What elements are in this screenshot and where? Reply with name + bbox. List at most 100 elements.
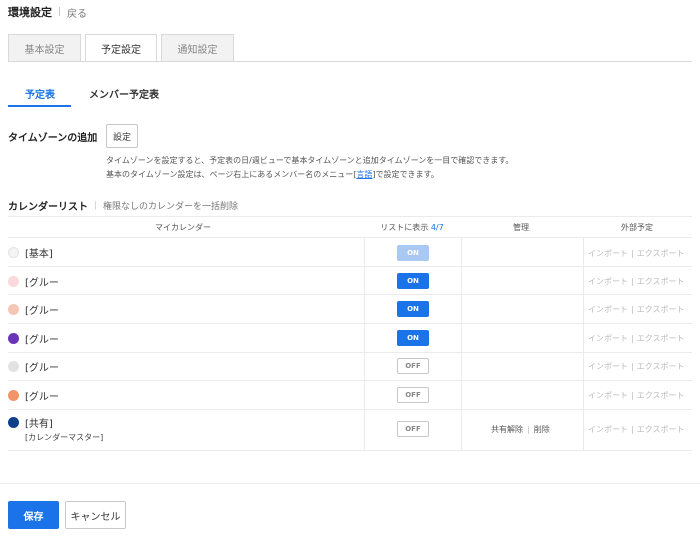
external-links: インポート | エクスポート [588, 276, 684, 287]
external-links: インポート | エクスポート [588, 361, 684, 372]
external-links: インポート | エクスポート [588, 424, 684, 435]
page-title: 環境設定 [8, 6, 52, 19]
timezone-settings-button[interactable]: 設定 [106, 124, 138, 148]
calendar-color-swatch[interactable] [8, 304, 19, 315]
external-links: インポート | エクスポート [588, 390, 684, 401]
link-separator: | [631, 425, 634, 434]
manage-links: 共有解除 | 削除 [491, 424, 550, 435]
calendar-color-swatch[interactable] [8, 247, 19, 258]
export-link: エクスポート [636, 277, 685, 286]
calendar-row: [グルー [8, 359, 59, 374]
import-link: インポート [588, 425, 628, 434]
tab-notification-settings[interactable]: 通知設定 [161, 34, 234, 62]
table-top-border [8, 216, 692, 217]
language-link[interactable]: 言語 [356, 170, 372, 179]
export-link: エクスポート [636, 391, 685, 400]
calendar-list-title: カレンダーリスト [8, 202, 88, 213]
external-links: インポート | エクスポート [588, 248, 684, 259]
delete-link[interactable]: 削除 [534, 425, 550, 434]
calendar-color-swatch[interactable] [8, 276, 19, 287]
calendar-name: [基本] [25, 249, 53, 260]
tab-schedule-settings[interactable]: 予定設定 [85, 34, 157, 62]
calendar-row: [グルー [8, 274, 59, 289]
column-header-external: 外部予定 [621, 223, 653, 232]
import-link: インポート [588, 334, 628, 343]
row-divider [8, 266, 692, 267]
column-divider [461, 237, 462, 450]
page-header: 環境設定 | 戻る [8, 4, 87, 20]
link-separator: | [631, 249, 634, 258]
calendar-subtitle: [カレンダーマスター] [25, 433, 104, 442]
calendar-color-swatch[interactable] [8, 361, 19, 372]
list-visibility-toggle[interactable]: OFF [397, 358, 429, 374]
column-header-show-in-list: リストに表示 4/7 [380, 222, 443, 233]
show-in-list-label: リストに表示 [380, 223, 429, 232]
import-link: インポート [588, 277, 628, 286]
table-bottom-border [8, 450, 692, 451]
calendar-name: [グルー [25, 363, 59, 374]
column-header-my-calendar: マイカレンダー [155, 223, 211, 232]
row-divider [8, 380, 692, 381]
import-link: インポート [588, 249, 628, 258]
table-header-border [8, 237, 692, 238]
row-divider [8, 294, 692, 295]
subtab-member-calendar[interactable]: メンバー予定表 [89, 86, 159, 101]
import-link: インポート [588, 391, 628, 400]
timezone-description-line2: 基本のタイムゾーン設定は、ページ右上にあるメンバー名のメニュー[言語]で設定でき… [106, 169, 439, 180]
list-visibility-toggle[interactable]: ON [397, 330, 429, 346]
timezone-description-line1: タイムゾーンを設定すると、予定表の日/週ビューで基本タイムゾーンと追加タイムゾー… [106, 156, 514, 165]
row-divider [8, 352, 692, 353]
show-count: 4/7 [430, 223, 444, 232]
export-link: エクスポート [636, 305, 685, 314]
calendar-name: [共有] [25, 419, 53, 430]
export-link: エクスポート [636, 334, 685, 343]
tab-basic-settings[interactable]: 基本設定 [8, 34, 81, 62]
back-link[interactable]: 戻る [67, 5, 87, 20]
export-link: エクスポート [636, 425, 685, 434]
cancel-button[interactable]: キャンセル [65, 501, 126, 529]
external-links: インポート | エクスポート [588, 304, 684, 315]
link-separator: | [631, 305, 634, 314]
external-links: インポート | エクスポート [588, 333, 684, 344]
calendar-color-swatch[interactable] [8, 390, 19, 401]
calendar-name: [グルー [25, 306, 59, 317]
link-separator: | [631, 391, 634, 400]
unshare-link[interactable]: 共有解除 [491, 425, 523, 434]
calendar-list-separator: | [94, 200, 98, 211]
row-divider [8, 409, 692, 410]
calendar-row: [グルー [8, 388, 59, 403]
footer-divider [0, 483, 700, 484]
list-visibility-toggle[interactable]: ON [397, 301, 429, 317]
link-separator: | [631, 362, 634, 371]
row-divider [8, 323, 692, 324]
tabs-divider [8, 61, 692, 62]
link-separator: | [527, 425, 530, 434]
export-link: エクスポート [636, 362, 685, 371]
list-visibility-toggle[interactable]: OFF [397, 387, 429, 403]
link-separator: | [631, 277, 634, 286]
calendar-color-swatch[interactable] [8, 417, 19, 428]
import-link: インポート [588, 305, 628, 314]
timezone-desc-text-post: ]で設定できます。 [372, 170, 439, 179]
export-link: エクスポート [636, 249, 685, 258]
calendar-name: [グルー [25, 335, 59, 346]
column-header-manage: 管理 [513, 223, 529, 232]
subtab-active-indicator [8, 105, 71, 107]
calendar-row: [グルー [8, 331, 59, 346]
list-visibility-toggle[interactable]: ON [397, 273, 429, 289]
calendar-row: [基本] [8, 245, 53, 260]
calendar-row: [グルー [8, 302, 59, 317]
list-visibility-toggle[interactable]: OFF [397, 421, 429, 437]
header-separator: | [58, 7, 62, 17]
bulk-delete-link[interactable]: 権限なしのカレンダーを一括削除 [103, 199, 238, 212]
column-divider [583, 237, 584, 450]
timezone-label: タイムゾーンの追加 [8, 133, 98, 144]
save-button[interactable]: 保存 [8, 501, 59, 529]
subtab-calendar[interactable]: 予定表 [25, 86, 55, 101]
link-separator: | [631, 334, 634, 343]
calendar-color-swatch[interactable] [8, 333, 19, 344]
list-visibility-toggle: ON [397, 245, 429, 261]
main-tabs: 基本設定 予定設定 通知設定 [8, 34, 238, 62]
column-divider [364, 237, 365, 450]
calendar-name: [グルー [25, 278, 59, 289]
